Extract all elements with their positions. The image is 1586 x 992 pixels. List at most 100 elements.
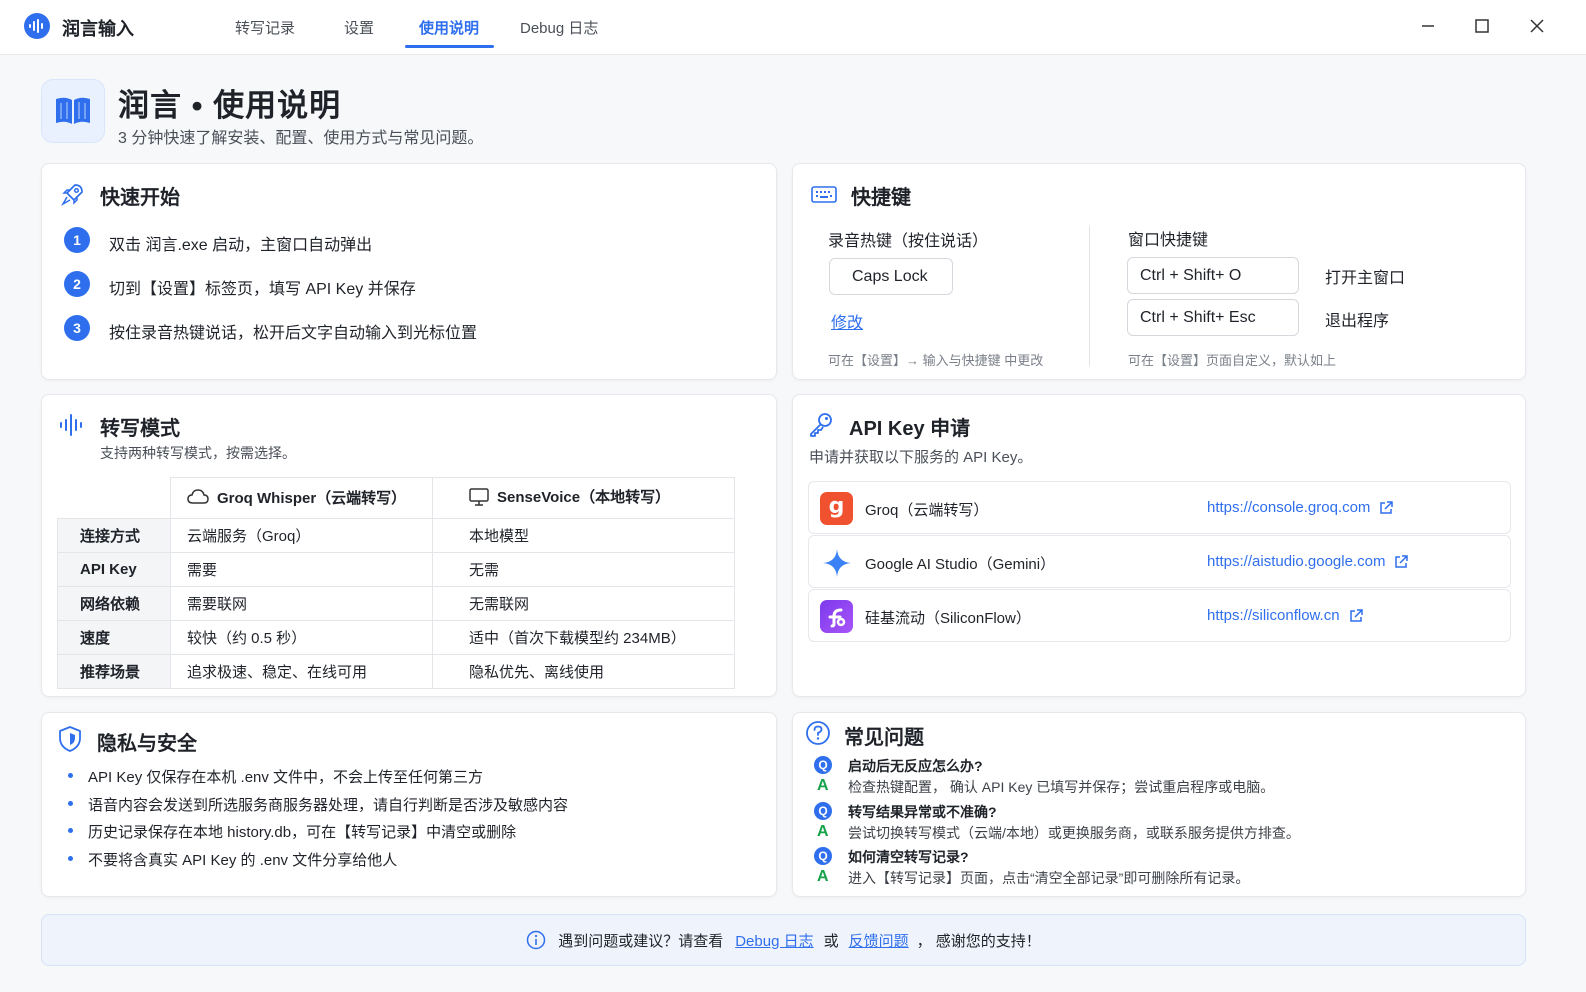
footer-prefix: 遇到问题或建议？请查看 xyxy=(558,932,724,950)
modes-subtitle: 支持两种转写模式，按需选择。 xyxy=(100,445,296,461)
step-3-text: 按住录音热键说话，松开后文字自动输入到光标位置 xyxy=(109,325,478,342)
feedback-link[interactable]: 反馈问题 xyxy=(849,930,909,951)
close-button[interactable] xyxy=(1525,14,1549,38)
faq-answer: 进入【转写记录】页面，点击“清空全部记录”即可删除所有记录。 xyxy=(848,870,1250,886)
minimize-button[interactable] xyxy=(1416,14,1440,38)
step-2-badge: 2 xyxy=(64,271,90,297)
cell-sensevoice: 本地模型 xyxy=(432,518,735,553)
answer-badge: A xyxy=(817,823,829,840)
api-provider-google: Google AI Studio（Gemini） https://aistudi… xyxy=(808,535,1511,588)
api-key-title: API Key 申请 xyxy=(849,418,971,440)
key-icon xyxy=(808,411,834,437)
tab-settings[interactable]: 设置 xyxy=(344,17,374,38)
google-url-text[interactable]: https://aistudio.google.com xyxy=(1207,553,1385,570)
keyboard-icon xyxy=(811,181,837,207)
groq-name: Groq（云端转写） xyxy=(865,502,989,519)
column-header-groq: Groq Whisper（云端转写） xyxy=(170,477,433,519)
row-label: 速度 xyxy=(57,620,171,655)
maximize-button[interactable] xyxy=(1470,14,1494,38)
footer-banner: 遇到问题或建议？请查看 Debug 日志 或 反馈问题 ， 感谢您的支持！ xyxy=(41,914,1526,966)
shield-icon xyxy=(57,726,83,752)
privacy-item: 历史记录保存在本地 history.db，可在【转写记录】中清空或删除 xyxy=(88,824,517,841)
cell-groq: 较快（约 0.5 秒） xyxy=(170,620,433,655)
app-name: 润言输入 xyxy=(62,19,134,39)
table-row: 连接方式 云端服务（Groq） 本地模型 xyxy=(57,518,735,553)
record-hotkey-note: 可在【设置】→ 输入与快捷键 中更改 xyxy=(828,353,1044,368)
siliconflow-name: 硅基流动（SiliconFlow） xyxy=(865,610,1031,627)
cell-sensevoice: 无需联网 xyxy=(432,586,735,621)
gemini-sparkle-icon xyxy=(820,546,853,579)
rocket-icon xyxy=(60,181,86,207)
table-row: 网络依赖 需要联网 无需联网 xyxy=(57,586,735,621)
row-label: 推荐场景 xyxy=(57,654,171,689)
open-window-action: 打开主窗口 xyxy=(1325,270,1406,287)
record-hotkey-label: 录音热键（按住说话） xyxy=(828,233,989,250)
privacy-title: 隐私与安全 xyxy=(97,733,197,755)
table-row: 速度 较快（约 0.5 秒） 适中（首次下载模型约 234MB） xyxy=(57,620,735,655)
cell-sensevoice: 无需 xyxy=(432,552,735,587)
active-tab-indicator xyxy=(405,45,494,48)
footer-suffix: ， 感谢您的支持！ xyxy=(916,932,1041,950)
window-hotkeys-label: 窗口快捷键 xyxy=(1128,232,1209,249)
api-provider-groq: g Groq（云端转写） https://console.groq.com xyxy=(808,481,1511,534)
monitor-icon xyxy=(469,488,489,506)
column-header-sensevoice: SenseVoice（本地转写） xyxy=(432,477,735,519)
faq-question: 转写结果异常或不准确? xyxy=(848,804,997,820)
bullet-dot xyxy=(68,856,73,861)
column-header-sensevoice-label: SenseVoice（本地转写） xyxy=(497,489,671,507)
quick-start-card: 快速开始 1 双击 润言.exe 启动，主窗口自动弹出 2 切到【设置】标签页，… xyxy=(41,163,777,380)
cell-groq: 云端服务（Groq） xyxy=(170,518,433,553)
debug-log-link[interactable]: Debug 日志 xyxy=(735,930,813,951)
tab-usage-guide[interactable]: 使用说明 xyxy=(419,17,479,38)
step-1-text: 双击 润言.exe 启动，主窗口自动弹出 xyxy=(109,237,373,254)
cloud-icon xyxy=(187,489,209,504)
cell-sensevoice: 适中（首次下载模型约 234MB） xyxy=(432,620,735,655)
exit-program-key: Ctrl + Shift+ Esc xyxy=(1127,299,1299,336)
siliconflow-url-link[interactable]: https://siliconflow.cn xyxy=(1207,607,1364,624)
google-url-link[interactable]: https://aistudio.google.com xyxy=(1207,553,1409,570)
shortcuts-card: 快捷键 录音热键（按住说话） Caps Lock 修改 可在【设置】→ 输入与快… xyxy=(792,163,1526,380)
tab-history[interactable]: 转写记录 xyxy=(235,17,295,38)
book-icon xyxy=(41,79,105,143)
groq-url-text[interactable]: https://console.groq.com xyxy=(1207,499,1370,516)
privacy-item: 不要将含真实 API Key 的 .env 文件分享给他人 xyxy=(88,852,398,869)
question-badge: Q xyxy=(814,756,832,774)
record-hotkey-key: Caps Lock xyxy=(829,258,953,295)
quick-start-title: 快速开始 xyxy=(100,187,180,209)
row-label: 连接方式 xyxy=(57,518,171,553)
modes-title: 转写模式 xyxy=(100,418,180,440)
faq-title: 常见问题 xyxy=(844,727,924,749)
faq-question: 如何清空转写记录? xyxy=(848,849,969,865)
groq-logo-icon: g xyxy=(820,492,853,525)
shortcuts-divider xyxy=(1089,226,1090,366)
page-subtitle: 3 分钟快速了解安装、配置、使用方式与常见问题。 xyxy=(118,130,484,147)
faq-question: 启动后无反应怎么办? xyxy=(848,758,983,774)
answer-badge: A xyxy=(817,777,829,794)
open-window-key: Ctrl + Shift+ O xyxy=(1127,257,1299,294)
external-link-icon xyxy=(1349,608,1363,622)
siliconflow-url-text[interactable]: https://siliconflow.cn xyxy=(1207,607,1340,624)
row-label: API Key xyxy=(57,552,171,587)
title-bar: 润言输入 转写记录 设置 使用说明 Debug 日志 xyxy=(0,0,1586,55)
bullet-dot xyxy=(68,828,73,833)
google-name: Google AI Studio（Gemini） xyxy=(865,556,1056,573)
api-key-subtitle: 申请并获取以下服务的 API Key。 xyxy=(809,449,1033,466)
footer-or: 或 xyxy=(823,932,839,950)
modify-hotkey-link[interactable]: 修改 xyxy=(831,309,863,333)
faq-answer: 尝试切换转写模式（云端/本地）或更换服务商，或联系服务提供方排查。 xyxy=(848,825,1300,841)
privacy-item: API Key 仅保存在本机 .env 文件中，不会上传至任何第三方 xyxy=(88,769,484,786)
tab-debug-log[interactable]: Debug 日志 xyxy=(520,17,598,38)
question-badge: Q xyxy=(814,802,832,820)
shortcuts-title: 快捷键 xyxy=(851,187,911,209)
column-header-groq-label: Groq Whisper（云端转写） xyxy=(217,489,407,507)
groq-url-link[interactable]: https://console.groq.com xyxy=(1207,499,1394,516)
cell-groq: 需要联网 xyxy=(170,586,433,621)
step-2-text: 切到【设置】标签页，填写 API Key 并保存 xyxy=(109,281,416,298)
info-icon xyxy=(526,930,546,950)
cell-groq: 需要 xyxy=(170,552,433,587)
page-title: 润言 • 使用说明 xyxy=(118,88,342,123)
external-link-icon xyxy=(1380,500,1394,514)
question-circle-icon xyxy=(805,720,831,746)
table-row: API Key 需要 无需 xyxy=(57,552,735,587)
faq-answer: 检查热键配置， 确认 API Key 已填写并保存；尝试重启程序或电脑。 xyxy=(848,779,1275,795)
